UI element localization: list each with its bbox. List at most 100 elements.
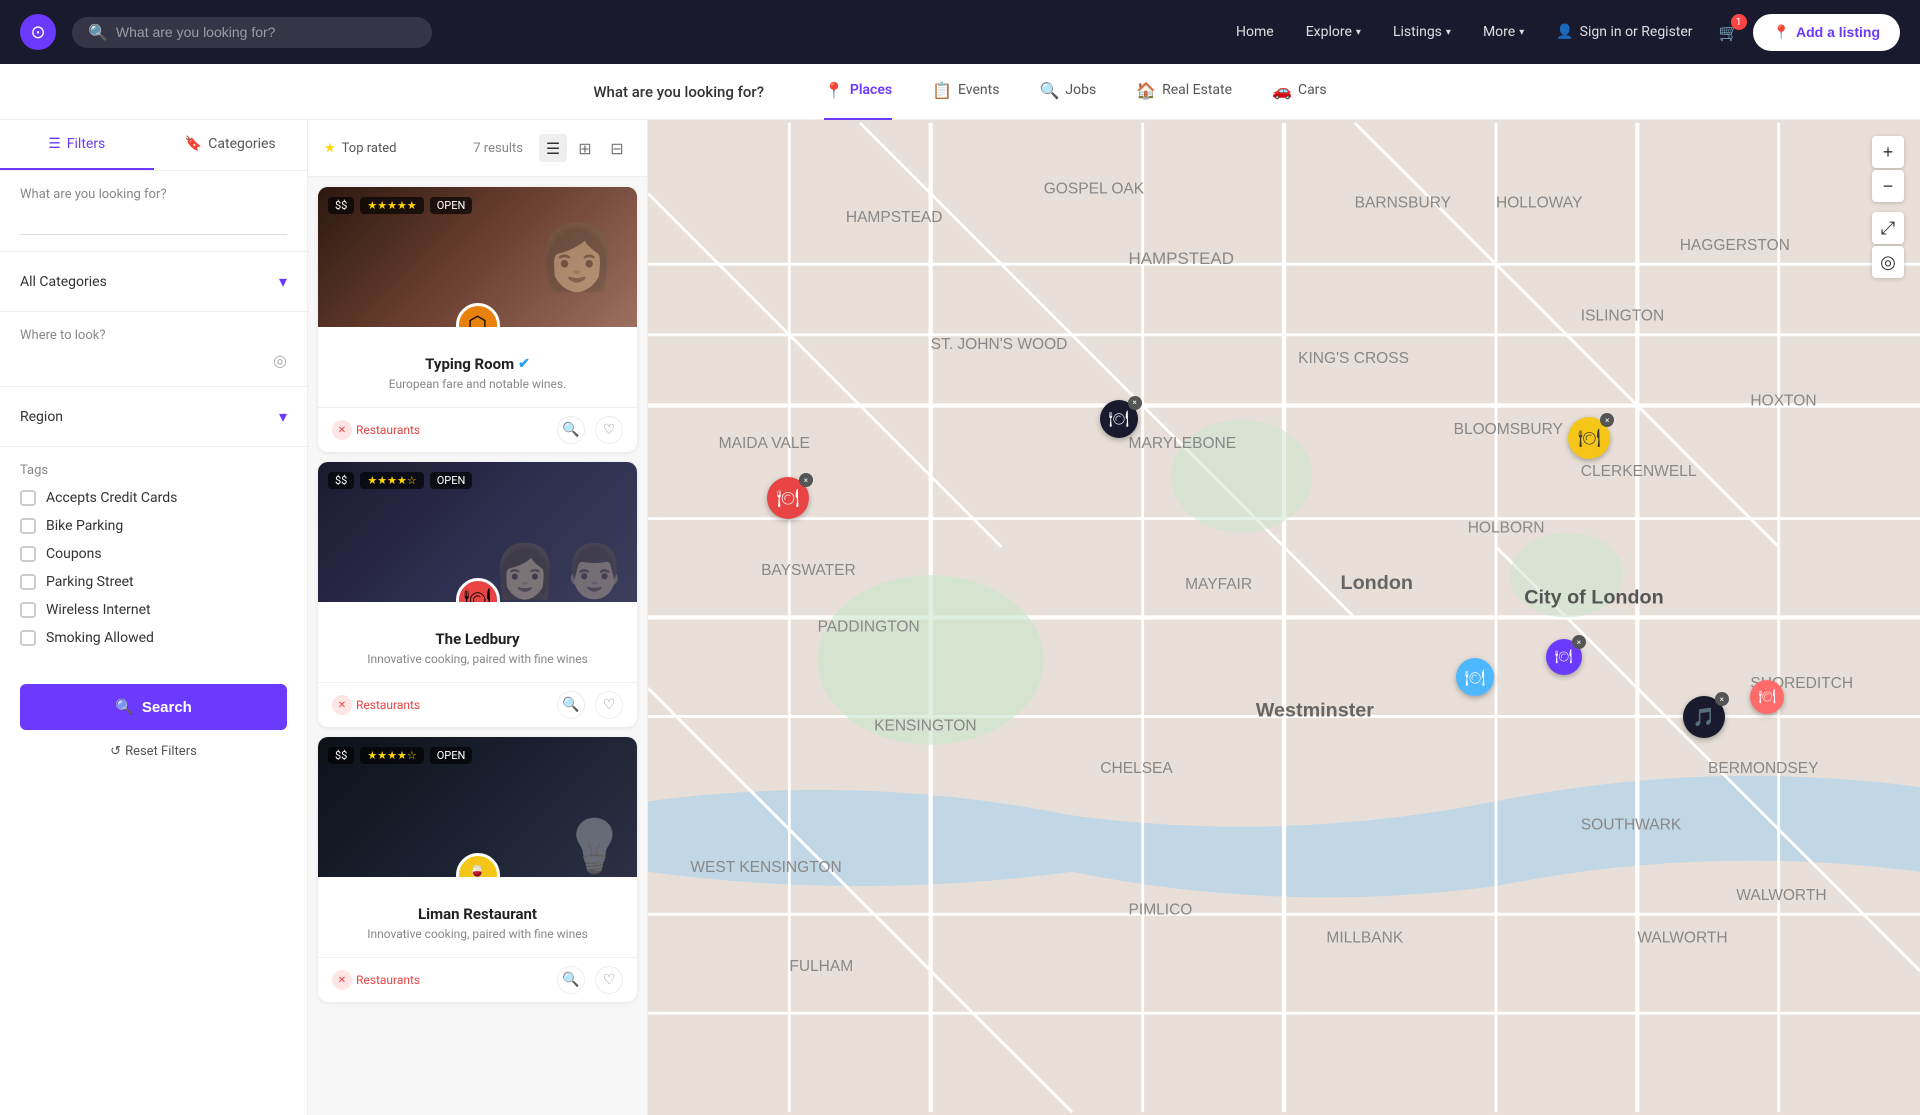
fullscreen-button[interactable]: ⤢: [1872, 212, 1904, 244]
main-content: ☰ Filters 🔖 Categories What are you look…: [0, 120, 1920, 1115]
logo-icon[interactable]: ⊙: [20, 14, 56, 50]
listing-actions: 🔍 ♡: [557, 416, 623, 444]
open-badge: OPEN: [430, 472, 473, 489]
svg-text:London: London: [1341, 572, 1413, 594]
nav-listings[interactable]: Listings ▾: [1381, 16, 1463, 48]
chevron-down-icon: ▾: [279, 407, 287, 426]
map-pin[interactable]: 🍽 ×: [1100, 400, 1138, 438]
map-pin[interactable]: 🍽 ×: [1568, 417, 1610, 459]
tag-checkbox[interactable]: [20, 546, 36, 562]
tag-label: Bike Parking: [46, 518, 123, 534]
map-pin[interactable]: 🍽: [1456, 658, 1494, 696]
svg-text:BERMONDSEY: BERMONDSEY: [1708, 760, 1819, 777]
tag-checkbox[interactable]: [20, 602, 36, 618]
tab-real-estate[interactable]: 🏠 Real Estate: [1136, 63, 1232, 121]
favorite-action-button[interactable]: ♡: [595, 691, 623, 719]
nav-explore[interactable]: Explore ▾: [1294, 16, 1373, 48]
map-pin[interactable]: 🍽: [1750, 680, 1784, 714]
compact-view-button[interactable]: ⊟: [603, 134, 631, 162]
svg-text:WEST KENSINGTON: WEST KENSINGTON: [690, 859, 841, 876]
category-section: All Categories ▾: [0, 252, 307, 312]
favorite-action-button[interactable]: ♡: [595, 416, 623, 444]
events-icon: 📋: [932, 81, 952, 100]
locate-button[interactable]: ◎: [1872, 246, 1904, 278]
pin-close-icon[interactable]: ×: [1600, 413, 1614, 427]
listing-footer: ✕ Restaurants 🔍 ♡: [318, 682, 637, 727]
listings-header: ★ Top rated 7 results ☰ ⊞ ⊟: [308, 120, 647, 177]
add-listing-button[interactable]: 📍 Add a listing: [1753, 14, 1900, 51]
cart-button[interactable]: 🛒 1: [1713, 16, 1745, 48]
tag-parking-street[interactable]: Parking Street: [20, 574, 287, 590]
tag-coupons[interactable]: Coupons: [20, 546, 287, 562]
top-rated-button[interactable]: ★ Top rated: [324, 141, 396, 156]
search-filter-input[interactable]: [20, 210, 287, 235]
cars-icon: 🚗: [1272, 81, 1292, 100]
search-filter-section: What are you looking for?: [0, 171, 307, 252]
grid-view-button[interactable]: ⊞: [571, 134, 599, 162]
tab-jobs[interactable]: 🔍 Jobs: [1039, 63, 1096, 121]
real-estate-icon: 🏠: [1136, 81, 1156, 100]
zoom-out-button[interactable]: −: [1872, 170, 1904, 202]
cart-badge: 1: [1731, 14, 1747, 30]
pin-close-icon[interactable]: ×: [1572, 635, 1586, 649]
search-icon: 🔍: [115, 698, 134, 716]
sidebar-tab-filters[interactable]: ☰ Filters: [0, 120, 154, 170]
listing-image: 💡 $$ ★★★★☆ OPEN 🍷: [318, 737, 637, 877]
tag-label: Smoking Allowed: [46, 630, 154, 646]
listing-badges: $$ ★★★★☆ OPEN: [328, 747, 472, 764]
tag-checkbox[interactable]: [20, 518, 36, 534]
favorite-action-button[interactable]: ♡: [595, 966, 623, 994]
tags-section: Tags Accepts Credit Cards Bike Parking C…: [0, 447, 307, 674]
chevron-down-icon: ▾: [1519, 27, 1524, 38]
stars-badge: ★★★★☆: [360, 747, 423, 764]
nav-more[interactable]: More ▾: [1471, 16, 1536, 48]
location-icon[interactable]: ◎: [273, 351, 287, 370]
tag-label: Coupons: [46, 546, 102, 562]
search-action-button[interactable]: 🔍: [557, 966, 585, 994]
search-action-button[interactable]: 🔍: [557, 691, 585, 719]
pin-close-icon[interactable]: ×: [799, 473, 813, 487]
svg-text:HAMPSTEAD: HAMPSTEAD: [846, 209, 943, 226]
region-select[interactable]: Region ▾: [20, 403, 287, 430]
tag-smoking-allowed[interactable]: Smoking Allowed: [20, 630, 287, 646]
sidebar-tab-categories[interactable]: 🔖 Categories: [154, 120, 308, 170]
view-toggle: ☰ ⊞ ⊟: [539, 134, 631, 162]
map-container[interactable]: MAIDA VALE BAYSWATER ST. JOHN'S WOOD HAM…: [648, 120, 1920, 1115]
search-button[interactable]: 🔍 Search: [20, 684, 287, 730]
map-pin[interactable]: 🍽 ×: [767, 477, 809, 519]
tag-accepts-credit-cards[interactable]: Accepts Credit Cards: [20, 490, 287, 506]
tag-bike-parking[interactable]: Bike Parking: [20, 518, 287, 534]
tab-events[interactable]: 📋 Events: [932, 63, 999, 121]
search-action-button[interactable]: 🔍: [557, 416, 585, 444]
chevron-down-icon: ▾: [1446, 27, 1451, 38]
region-section: Region ▾: [0, 387, 307, 447]
tab-places[interactable]: 📍 Places: [824, 63, 892, 121]
tag-label: Wireless Internet: [46, 602, 151, 618]
zoom-in-button[interactable]: +: [1872, 136, 1904, 168]
svg-text:CHELSEA: CHELSEA: [1100, 760, 1173, 777]
sidebar-tabs: ☰ Filters 🔖 Categories: [0, 120, 307, 171]
map-pin[interactable]: 🎵 ×: [1683, 696, 1725, 738]
where-input[interactable]: [20, 353, 273, 369]
pin-close-icon[interactable]: ×: [1128, 396, 1142, 410]
listing-image: 👩 $$ ★★★★★ OPEN ⬡: [318, 187, 637, 327]
svg-text:GOSPEL OAK: GOSPEL OAK: [1044, 181, 1145, 198]
tag-checkbox[interactable]: [20, 630, 36, 646]
stars-badge: ★★★★☆: [360, 472, 423, 489]
tag-checkbox[interactable]: [20, 574, 36, 590]
category-select[interactable]: All Categories ▾: [20, 268, 287, 295]
sign-in-link[interactable]: 👤 Sign in or Register: [1544, 16, 1704, 48]
global-search-bar[interactable]: 🔍: [72, 17, 432, 48]
map-pin[interactable]: 🍽 ×: [1546, 639, 1582, 675]
global-search-input[interactable]: [116, 24, 416, 40]
tab-cars[interactable]: 🚗 Cars: [1272, 63, 1327, 121]
tag-checkbox[interactable]: [20, 490, 36, 506]
svg-text:Westminster: Westminster: [1256, 699, 1375, 721]
reset-filters-link[interactable]: ↺ Reset Filters: [0, 740, 307, 775]
listing-card: 💡 $$ ★★★★☆ OPEN 🍷 Liman Restaurant Innov…: [318, 737, 637, 1002]
list-view-button[interactable]: ☰: [539, 134, 567, 162]
pin-close-icon[interactable]: ×: [1715, 692, 1729, 706]
nav-home[interactable]: Home: [1224, 16, 1286, 48]
search-icon: 🔍: [88, 23, 108, 42]
tag-wireless-internet[interactable]: Wireless Internet: [20, 602, 287, 618]
